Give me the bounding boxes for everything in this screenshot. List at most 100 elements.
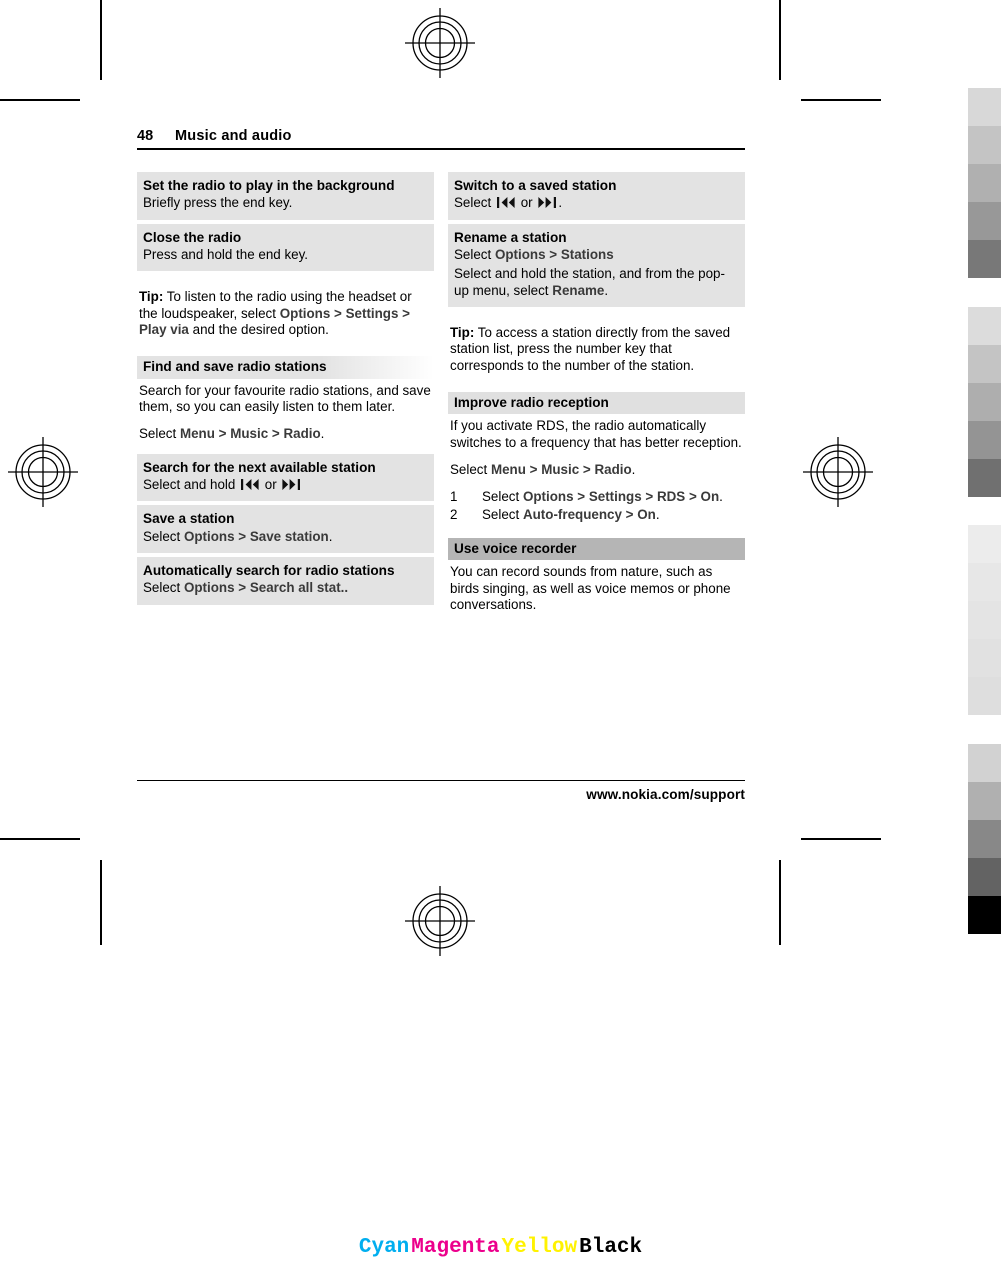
calibration-swatch: [968, 164, 1001, 202]
crop-mark-top-left-horizontal: [0, 99, 80, 101]
block-body: Select Options > Save station.: [143, 528, 333, 544]
instruction-block-save-a-station: Save a station Select Options > Save sta…: [137, 505, 434, 554]
instruction-block-switch-saved-station: Switch to a saved station Select or .: [448, 172, 745, 220]
page-number: 48: [137, 128, 154, 144]
instruction-block-auto-search-stations: Automatically search for radio stations …: [137, 557, 434, 605]
registration-mark-icon: [8, 437, 78, 507]
rewind-icon: [241, 479, 259, 491]
fast-forward-icon: [538, 197, 557, 209]
block-body: Press and hold the end key.: [143, 246, 309, 262]
color-label-magenta: Magenta: [411, 1236, 500, 1259]
crop-mark-top-right-horizontal: [801, 99, 881, 101]
step-item: 1 Select Options > Settings > RDS > On.: [450, 489, 723, 505]
color-label-black: Black: [579, 1236, 643, 1259]
command-on: On: [637, 507, 656, 523]
calibration-swatch: [968, 307, 1001, 345]
block-heading: Close the radio: [143, 229, 242, 245]
command-settings: Settings: [588, 489, 642, 505]
calibration-swatch: [968, 820, 1001, 858]
block-body: Briefly press the end key.: [143, 195, 293, 211]
block-heading: Switch to a saved station: [454, 178, 617, 193]
command-options: Options: [279, 305, 331, 321]
page-section-title: Music and audio: [175, 128, 292, 144]
crop-mark-bottom-right-horizontal: [801, 838, 881, 840]
document-page: 48 Music and audio Set the radio to play…: [137, 128, 745, 613]
calibration-swatch: [968, 383, 1001, 421]
select-suffix: .: [631, 462, 636, 478]
block-body: Select and hold or: [143, 477, 426, 493]
select-prefix: Select: [139, 426, 177, 442]
step-number: 2: [450, 507, 458, 523]
calibration-swatch: [968, 202, 1001, 240]
step-suffix: .: [655, 507, 660, 523]
step-suffix: .: [719, 489, 723, 505]
line-prefix: Select and hold: [143, 477, 236, 493]
command-play-via: Play via: [139, 322, 189, 337]
command-options: Options: [183, 580, 235, 596]
command-on: On: [700, 489, 720, 505]
block-body: Select Options > Stations: [454, 246, 614, 262]
calibration-swatch: [968, 525, 1001, 563]
step-prefix: Select: [482, 489, 520, 505]
command-options: Options: [522, 489, 574, 505]
command-options: Options: [183, 528, 235, 544]
two-column-layout: Set the radio to play in the background …: [137, 172, 745, 613]
calibration-swatch: [968, 88, 1001, 126]
step-prefix: Select: [482, 507, 520, 523]
left-column: Set the radio to play in the background …: [137, 172, 434, 613]
block-body: Select or .: [454, 195, 737, 211]
select-prefix: Select: [454, 246, 492, 262]
line-suffix: .: [558, 195, 563, 211]
fast-forward-icon: [282, 479, 301, 491]
crop-mark-top-right-vertical: [779, 0, 781, 80]
calibration-swatch: [968, 677, 1001, 715]
line-join: or: [520, 195, 533, 211]
instruction-block-set-radio-background: Set the radio to play in the background …: [137, 172, 434, 220]
command-auto-frequency: Auto-frequency: [522, 507, 622, 523]
command-rds: RDS: [656, 489, 686, 505]
step-item: 2 Select Auto-frequency > On.: [450, 507, 660, 523]
line-join: or: [264, 477, 277, 493]
crop-mark-bottom-left-horizontal: [0, 838, 80, 840]
tip-label: Tip:: [450, 325, 475, 340]
command-rename: Rename: [552, 282, 605, 298]
detail-after: .: [604, 282, 609, 298]
calibration-swatch: [968, 459, 1001, 497]
instruction-block-close-the-radio: Close the radio Press and hold the end k…: [137, 223, 434, 272]
section-heading-find-save-stations: Find and save radio stations: [137, 356, 434, 379]
command-music: Music: [230, 426, 269, 442]
crop-mark-bottom-right-vertical: [779, 860, 781, 945]
calibration-swatch: [968, 639, 1001, 677]
line-prefix: Select: [454, 195, 492, 211]
calibration-swatch: [968, 421, 1001, 459]
command-settings: Settings: [345, 305, 399, 321]
instruction-block-rename-a-station: Rename a station Select Options > Statio…: [448, 223, 745, 307]
section-heading-improve-reception: Improve radio reception: [448, 392, 745, 415]
select-suffix: .: [320, 426, 325, 442]
command-options: Options: [494, 246, 546, 262]
section-intro-voice-recorder: You can record sounds from nature, such …: [450, 564, 731, 612]
command-radio: Radio: [594, 462, 632, 478]
block-body: Select Options > Search all stat..: [143, 580, 349, 596]
page-header: 48 Music and audio: [137, 128, 745, 150]
calibration-swatch: [968, 601, 1001, 639]
select-prefix: Select: [143, 528, 181, 544]
registration-mark-icon: [803, 437, 873, 507]
tip-paragraph-play-via: Tip: To listen to the radio using the he…: [139, 289, 412, 337]
section-heading-use-voice-recorder: Use voice recorder: [448, 537, 745, 561]
block-heading: Set the radio to play in the background: [143, 178, 395, 193]
section-intro-improve-reception: If you activate RDS, the radio automatic…: [450, 418, 742, 450]
calibration-swatch: [968, 126, 1001, 164]
select-prefix: Select: [450, 462, 488, 478]
block-heading: Automatically search for radio stations: [143, 563, 395, 579]
right-column: Switch to a saved station Select or . Re…: [448, 172, 745, 613]
color-label-yellow: Yellow: [501, 1236, 578, 1259]
command-save-station: Save station: [249, 528, 329, 544]
tip-text: To access a station directly from the sa…: [450, 325, 731, 373]
registration-mark-icon: [405, 8, 475, 78]
select-path-menu-music-radio: Select Menu > Music > Radio.: [450, 462, 636, 478]
calibration-swatch: [968, 345, 1001, 383]
crop-mark-top-left-vertical: [100, 0, 102, 80]
numbered-steps-rds: 1 Select Options > Settings > RDS > On. …: [448, 489, 745, 524]
registration-mark-icon: [405, 886, 475, 956]
